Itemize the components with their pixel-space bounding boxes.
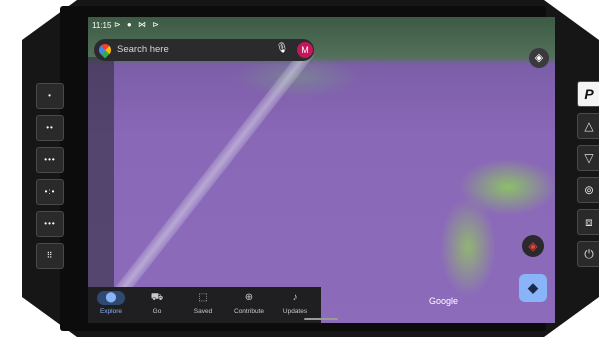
status-icons: ⊳ ● ⋈ ⊳ bbox=[114, 20, 161, 29]
status-time: 11:15 bbox=[92, 21, 112, 30]
location-pin-icon: ⬤ bbox=[97, 291, 125, 305]
layers-icon[interactable]: ◈ bbox=[529, 48, 549, 68]
directions-button[interactable]: ◆ bbox=[519, 274, 547, 302]
eye-button[interactable]: ⊚ bbox=[577, 177, 599, 203]
up-button[interactable]: △ bbox=[577, 113, 599, 139]
google-maps-icon bbox=[96, 41, 114, 59]
left-button-2[interactable]: •• bbox=[36, 115, 64, 141]
down-button[interactable]: ▽ bbox=[577, 145, 599, 171]
tab-label: Updates bbox=[282, 308, 308, 315]
commute-icon: ⛟ bbox=[150, 292, 164, 303]
camera-button[interactable]: ⧈ bbox=[577, 209, 599, 235]
left-button-4[interactable]: •:• bbox=[36, 179, 64, 205]
left-button-6[interactable]: ⠿ bbox=[36, 243, 64, 269]
home-indicator[interactable] bbox=[304, 318, 338, 320]
status-bar: 11:15 ⊳ ● ⋈ ⊳ bbox=[88, 17, 555, 35]
tab-go[interactable]: ⛟ Go bbox=[134, 287, 180, 323]
left-button-5[interactable]: ••• bbox=[36, 211, 64, 237]
tab-explore[interactable]: ⬤ Explore bbox=[88, 287, 134, 323]
brand-logo-button[interactable]: P bbox=[577, 81, 599, 107]
left-button-1[interactable]: • bbox=[36, 83, 64, 109]
mic-icon[interactable]: 🎙 bbox=[275, 43, 289, 57]
search-input[interactable]: Search here bbox=[117, 44, 169, 55]
tab-contribute[interactable]: ⊕ Contribute bbox=[226, 287, 272, 323]
bottom-navigation: ⬤ Explore ⛟ Go ⬚ Saved ⊕ Contribute ♪ Up… bbox=[88, 287, 321, 323]
tab-label: Go bbox=[152, 308, 162, 315]
tab-label: Explore bbox=[99, 308, 123, 315]
tab-label: Contribute bbox=[234, 308, 264, 315]
tab-label: Saved bbox=[193, 308, 213, 315]
left-button-3[interactable]: ••• bbox=[36, 147, 64, 173]
navigation-icon[interactable]: ◈ bbox=[522, 235, 544, 257]
bookmark-icon: ⬚ bbox=[198, 292, 208, 303]
search-bar[interactable]: Search here 🎙 M bbox=[94, 39, 314, 61]
tab-saved[interactable]: ⬚ Saved bbox=[180, 287, 226, 323]
bell-icon: ♪ bbox=[292, 292, 298, 303]
power-button[interactable]: ⏻ bbox=[577, 241, 599, 267]
satellite-map[interactable] bbox=[88, 17, 555, 323]
google-attribution: Google bbox=[429, 296, 459, 306]
screen: 11:15 ⊳ ● ⋈ ⊳ Search here 🎙 M ◈ ◈ ◆ Goog… bbox=[88, 17, 555, 323]
avatar[interactable]: M bbox=[297, 42, 313, 58]
map-shade bbox=[88, 57, 114, 323]
add-circle-icon: ⊕ bbox=[244, 292, 254, 303]
